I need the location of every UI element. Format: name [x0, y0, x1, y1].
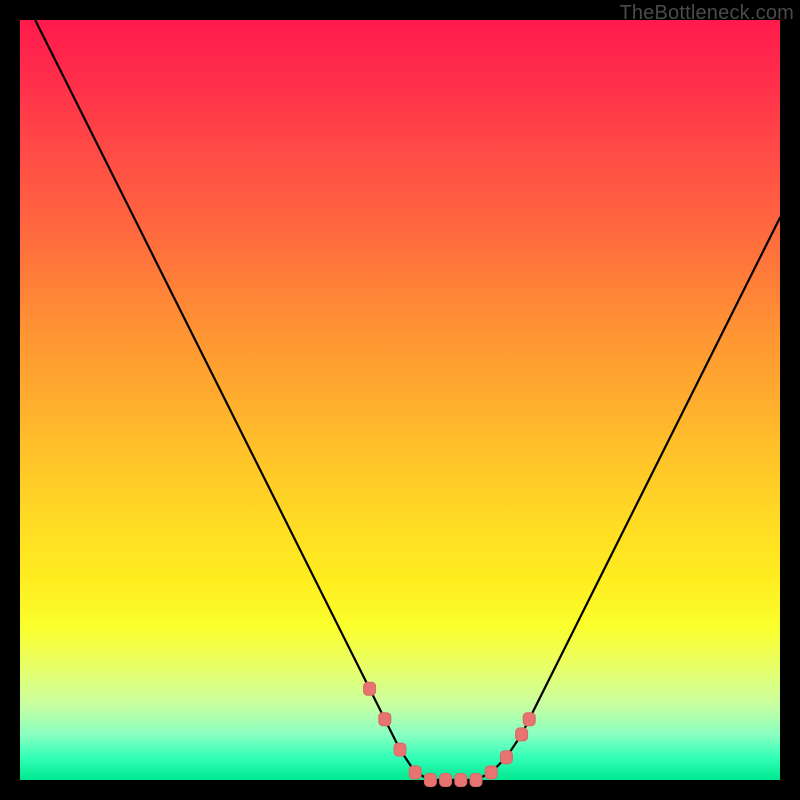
- curve-marker: [440, 774, 452, 787]
- chart-plot-area: [20, 20, 780, 780]
- curve-marker: [409, 766, 421, 779]
- curve-marker: [424, 774, 436, 787]
- curve-marker: [394, 743, 406, 756]
- chart-frame: TheBottleneck.com: [0, 0, 800, 800]
- curve-marker: [523, 713, 535, 726]
- curve-marker: [364, 682, 376, 695]
- curve-marker: [485, 766, 497, 779]
- curve-marker: [500, 751, 512, 764]
- curve-marker: [455, 774, 467, 787]
- curve-markers: [364, 682, 536, 786]
- curve-marker: [379, 713, 391, 726]
- curve-marker: [516, 728, 528, 741]
- curve-path: [35, 20, 780, 780]
- curve-marker: [470, 774, 482, 787]
- watermark-text: TheBottleneck.com: [619, 2, 794, 25]
- bottleneck-curve: [20, 20, 780, 780]
